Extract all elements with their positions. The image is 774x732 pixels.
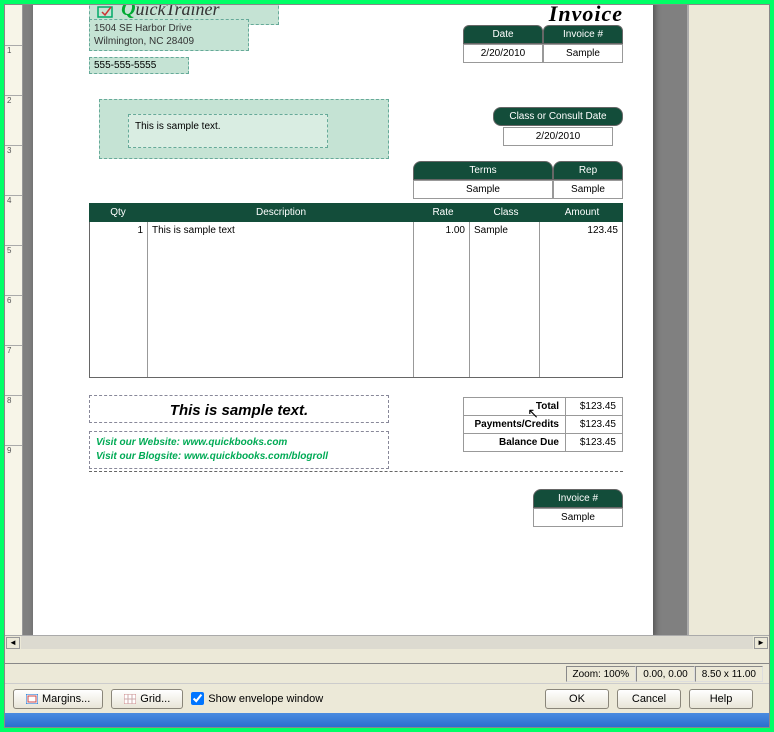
payments-label: Payments/Credits (464, 416, 566, 433)
website-link: Visit our Website: www.quickbooks.com (96, 436, 382, 450)
status-coords: 0.00, 0.00 (636, 666, 694, 682)
side-toolbar[interactable] (687, 5, 769, 635)
company-address[interactable]: 1504 SE Harbor Drive Wilmington, NC 2840… (89, 19, 249, 51)
margins-icon (26, 694, 38, 704)
workspace: 12 34 56 78 9 Invoice QuickTrainer Your … (5, 5, 769, 649)
grid-icon (124, 694, 136, 704)
envelope-checkbox-input[interactable] (191, 692, 204, 705)
terms-header: Terms (413, 161, 553, 180)
invno-header: Invoice # (543, 25, 623, 44)
cell-qty: 1 (90, 222, 148, 377)
status-zoom: Zoom: 100% (566, 666, 637, 682)
rep-header: Rep (553, 161, 623, 180)
terms-value: Sample (413, 180, 553, 199)
rep-value: Sample (553, 180, 623, 199)
scroll-track[interactable] (21, 636, 753, 649)
footer-sample-text[interactable]: This is sample text. (89, 395, 389, 423)
class-consult-header[interactable]: Class or Consult Date (493, 107, 623, 126)
scroll-right-icon[interactable]: ► (754, 637, 768, 649)
col-amount: Amount (541, 203, 623, 222)
date-header: Date (463, 25, 543, 44)
balance-value: $123.45 (566, 434, 622, 451)
sample-text-field-outer[interactable]: This is sample text. (99, 99, 389, 159)
col-qty: Qty (89, 203, 147, 222)
canvas[interactable]: Invoice QuickTrainer Your QuickBooks & A… (23, 5, 687, 635)
ruler-vertical: 12 34 56 78 9 (5, 5, 23, 635)
perforation-line (89, 471, 623, 472)
col-desc: Description (147, 203, 415, 222)
invno-value: Sample (543, 44, 623, 63)
ok-button[interactable]: OK (545, 689, 609, 709)
date-value: 2/20/2010 (463, 44, 543, 63)
stub-invno-header: Invoice # (533, 489, 623, 508)
grid-button[interactable]: Grid... (111, 689, 183, 709)
stub-invno-value: Sample (533, 508, 623, 527)
taskbar (5, 713, 769, 727)
class-consult-value[interactable]: 2/20/2010 (503, 127, 613, 146)
invoice-title: Invoice (549, 5, 623, 27)
balance-label: Balance Due (464, 434, 566, 451)
company-phone[interactable]: 555-555-5555 (89, 57, 189, 74)
sample-text-field[interactable]: This is sample text. (128, 114, 328, 148)
app-window: 12 34 56 78 9 Invoice QuickTrainer Your … (4, 4, 770, 728)
invoice-page: Invoice QuickTrainer Your QuickBooks & A… (33, 5, 653, 635)
status-pagesize: 8.50 x 11.00 (695, 666, 763, 682)
col-rate: Rate (415, 203, 471, 222)
totals-block[interactable]: Total$123.45 Payments/Credits$123.45 Bal… (463, 397, 623, 451)
blogsite-link: Visit our Blogsite: www.quickbooks.com/b… (96, 450, 382, 464)
terms-rep-block[interactable]: Terms Sample Rep Sample (413, 161, 623, 199)
cell-amount: 123.45 (540, 222, 622, 377)
help-button[interactable]: Help (689, 689, 753, 709)
envelope-checkbox[interactable]: Show envelope window (191, 692, 323, 705)
date-invoice-block[interactable]: Date 2/20/2010 Invoice # Sample (463, 25, 623, 63)
buttonbar: Margins... Grid... Show envelope window … (5, 683, 769, 713)
footer-links[interactable]: Visit our Website: www.quickbooks.com Vi… (89, 431, 389, 469)
scroll-left-icon[interactable]: ◄ (6, 637, 20, 649)
payments-value: $123.45 (566, 416, 622, 433)
line-items-table[interactable]: Qty Description Rate Class Amount 1 This… (89, 203, 623, 378)
table-row: 1 This is sample text 1.00 Sample 123.45 (89, 222, 623, 378)
total-label: Total (464, 398, 566, 415)
statusbar: Zoom: 100% 0.00, 0.00 8.50 x 11.00 (5, 663, 769, 683)
cell-class: Sample (470, 222, 540, 377)
col-class: Class (471, 203, 541, 222)
margins-button[interactable]: Margins... (13, 689, 103, 709)
scrollbar-horizontal[interactable]: ◄ ► (5, 635, 769, 649)
cancel-button[interactable]: Cancel (617, 689, 681, 709)
total-value: $123.45 (566, 398, 622, 415)
cell-desc: This is sample text (148, 222, 414, 377)
cell-rate: 1.00 (414, 222, 470, 377)
stub-invoice-block[interactable]: Invoice # Sample (533, 489, 623, 527)
